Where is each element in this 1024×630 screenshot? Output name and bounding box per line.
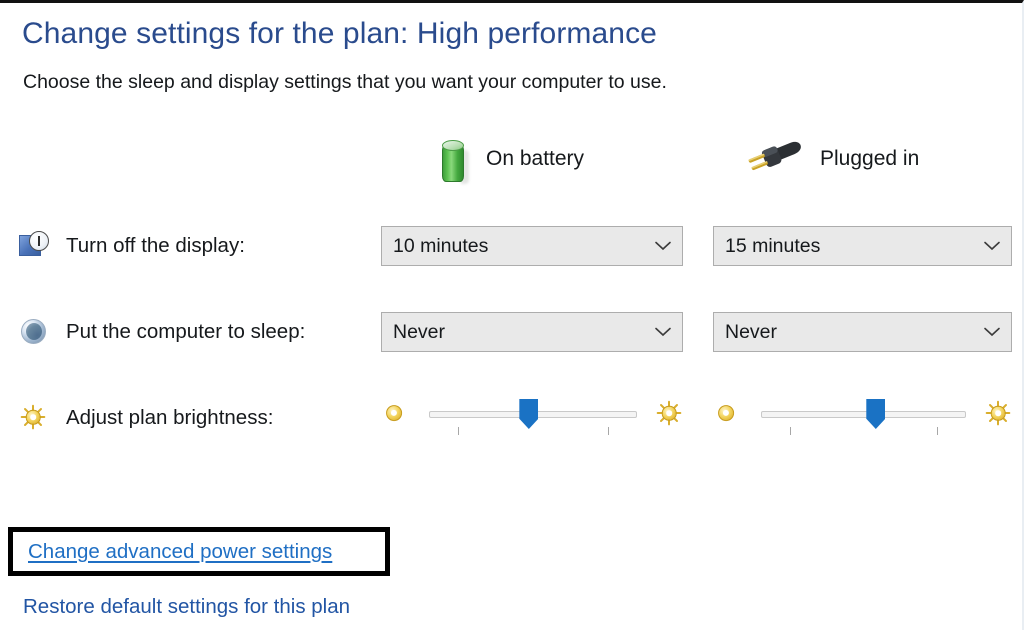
change-advanced-power-settings-link[interactable]: Change advanced power settings <box>13 540 332 564</box>
chevron-down-icon <box>973 241 1011 251</box>
brightness-slider-plugged[interactable] <box>713 394 1012 442</box>
advanced-settings-highlight-box: Change advanced power settings <box>8 527 390 576</box>
brightness-slider-track-battery[interactable] <box>429 394 637 442</box>
brightness-sun-icon <box>19 403 49 433</box>
brightness-slider-track-plugged[interactable] <box>761 394 966 442</box>
slider-tick <box>607 427 609 435</box>
page-title: Change settings for the plan: High perfo… <box>22 17 657 50</box>
dropdown-sleep-battery[interactable]: Never <box>381 312 683 352</box>
dropdown-value-turn-off-display-plugged: 15 minutes <box>725 234 821 257</box>
power-plan-settings-page: Change settings for the plan: High perfo… <box>0 0 1024 630</box>
chevron-down-icon <box>644 241 682 251</box>
power-plug-icon <box>748 137 806 181</box>
column-header-label-plugged: Plugged in <box>820 147 920 170</box>
row-turn-off-display: Turn off the display: 10 minutes 15 minu… <box>0 219 1022 273</box>
dropdown-value-turn-off-display-battery: 10 minutes <box>393 234 489 257</box>
row-label-adjust-plan-brightness: Adjust plan brightness: <box>66 406 274 429</box>
battery-icon <box>438 134 472 184</box>
page-subtitle: Choose the sleep and display settings th… <box>23 71 667 93</box>
brightness-slider-battery[interactable] <box>381 394 683 442</box>
dropdown-turn-off-display-battery[interactable]: 10 minutes <box>381 226 683 266</box>
row-adjust-plan-brightness: Adjust plan brightness: <box>0 391 1022 445</box>
column-header-label-battery: On battery <box>486 147 585 170</box>
chevron-down-icon <box>973 327 1011 337</box>
row-put-computer-to-sleep: Put the computer to sleep: Never Never <box>0 305 1022 359</box>
dim-sun-icon <box>383 402 405 424</box>
dropdown-turn-off-display-plugged[interactable]: 15 minutes <box>713 226 1012 266</box>
slider-tick <box>458 427 460 435</box>
sleep-moon-icon <box>19 317 49 347</box>
slider-thumb-plugged[interactable] <box>866 399 886 429</box>
dropdown-value-sleep-battery: Never <box>393 320 446 343</box>
dropdown-value-sleep-plugged: Never <box>725 320 778 343</box>
dim-sun-icon <box>715 402 737 424</box>
slider-tick <box>937 427 939 435</box>
column-header-on-battery: On battery <box>438 133 584 185</box>
chevron-down-icon <box>644 327 682 337</box>
row-label-turn-off-display: Turn off the display: <box>66 234 245 257</box>
slider-track <box>761 411 966 418</box>
slider-tick <box>789 427 791 435</box>
restore-default-settings-link[interactable]: Restore default settings for this plan <box>23 595 350 619</box>
column-header-plugged-in: Plugged in <box>748 133 919 185</box>
row-label-put-computer-to-sleep: Put the computer to sleep: <box>66 320 306 343</box>
bright-sun-icon <box>655 399 683 427</box>
dropdown-sleep-plugged[interactable]: Never <box>713 312 1012 352</box>
sun-glyph <box>19 403 47 431</box>
bright-sun-icon <box>984 399 1012 427</box>
slider-thumb-battery[interactable] <box>519 399 539 429</box>
display-clock-icon <box>19 231 49 261</box>
